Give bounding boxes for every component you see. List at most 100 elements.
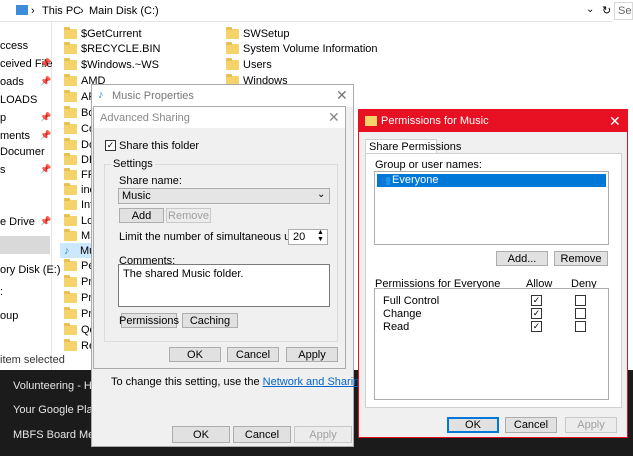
- list-item[interactable]: Pe: [64, 259, 94, 272]
- folder-icon: [64, 229, 77, 242]
- folder-icon: [365, 116, 377, 126]
- remove-button[interactable]: Remove: [166, 208, 211, 223]
- search-input[interactable]: Se: [618, 5, 631, 17]
- permission-name: Full Control: [383, 295, 440, 307]
- allow-checkbox[interactable]: ✓: [531, 308, 542, 319]
- add-button[interactable]: Add...: [496, 251, 548, 266]
- remove-button[interactable]: Remove: [554, 251, 608, 266]
- deny-checkbox[interactable]: [575, 321, 586, 332]
- nav-item[interactable]: ory Disk (E:): [0, 264, 61, 276]
- comments-value: The shared Music folder.: [123, 268, 244, 280]
- group-names-label: Group or user names:: [375, 159, 482, 171]
- share-name-label: Share name:: [119, 175, 182, 187]
- list-item[interactable]: System Volume Information: [226, 42, 378, 55]
- status-bar-text: item selected: [0, 354, 65, 366]
- titlebar: ♪ Music Properties ✕: [92, 85, 353, 107]
- comments-field[interactable]: The shared Music folder.: [118, 264, 330, 307]
- nav-item[interactable]: e Drive: [0, 216, 35, 228]
- chevron-down-icon[interactable]: ⌄: [586, 4, 594, 15]
- list-item[interactable]: Users: [226, 58, 272, 71]
- folder-icon: [64, 106, 77, 119]
- music-folder-icon: ♪: [98, 89, 104, 101]
- folder-icon: [226, 58, 239, 71]
- cancel-button[interactable]: Cancel: [227, 347, 279, 362]
- nav-item-selected[interactable]: [0, 236, 50, 254]
- tab-share-permissions[interactable]: Share Permissions: [365, 139, 461, 154]
- nav-item[interactable]: p: [0, 112, 6, 124]
- close-icon[interactable]: ✕: [609, 114, 621, 128]
- add-button[interactable]: Add: [119, 208, 164, 223]
- nav-item[interactable]: s: [0, 164, 6, 176]
- music-folder-icon: ♪: [64, 245, 70, 257]
- nav-item[interactable]: LOADS: [0, 94, 37, 106]
- breadcrumb-main-disk[interactable]: Main Disk (C:): [89, 5, 159, 17]
- folder-icon: [226, 27, 239, 40]
- list-item[interactable]: $Windows.~WS: [64, 58, 159, 71]
- breadcrumb-this-pc[interactable]: This PC: [42, 5, 81, 17]
- nav-item[interactable]: :: [0, 286, 3, 298]
- taskbar-item[interactable]: Your Google Play: [13, 404, 98, 416]
- deny-checkbox[interactable]: [575, 295, 586, 306]
- pin-icon: 📌: [40, 58, 52, 68]
- refresh-icon[interactable]: ↻: [602, 4, 611, 17]
- dialog-title: Permissions for Music: [381, 115, 489, 127]
- folder-icon: [64, 138, 77, 151]
- ok-button[interactable]: OK: [172, 426, 230, 443]
- folder-icon: [64, 275, 77, 288]
- nav-item[interactable]: oads: [0, 76, 24, 88]
- folder-icon: [64, 153, 77, 166]
- permission-name: Change: [383, 308, 422, 320]
- breadcrumb-separator: ›: [31, 5, 35, 17]
- list-item-selected[interactable]: 👥 Everyone: [377, 174, 606, 187]
- chevron-down-icon: ⌄: [317, 189, 326, 200]
- nav-item[interactable]: Documer: [0, 146, 45, 158]
- list-item[interactable]: SWSetup: [226, 27, 289, 40]
- pin-icon: 📌: [40, 164, 52, 174]
- folder-icon: [64, 198, 77, 211]
- apply-button[interactable]: Apply: [286, 347, 338, 362]
- folder-icon: [64, 90, 77, 103]
- pin-icon: 📌: [40, 216, 52, 226]
- nav-item[interactable]: oup: [0, 310, 18, 322]
- close-icon[interactable]: ✕: [336, 88, 348, 102]
- dialog-title: Music Properties: [112, 90, 194, 102]
- list-item[interactable]: Int: [64, 198, 93, 211]
- list-item[interactable]: $GetCurrent: [64, 27, 142, 40]
- apply-button[interactable]: Apply: [565, 417, 617, 433]
- list-item[interactable]: Bo: [64, 106, 94, 119]
- folder-icon: [226, 42, 239, 55]
- share-name-select[interactable]: Music ⌄: [118, 188, 330, 204]
- folder-icon: [64, 168, 77, 181]
- folder-icon: [64, 323, 77, 336]
- search-box[interactable]: Se: [614, 2, 633, 20]
- cancel-button[interactable]: Cancel: [233, 426, 291, 443]
- list-item[interactable]: $RECYCLE.BIN: [64, 42, 160, 55]
- close-icon[interactable]: ✕: [328, 110, 340, 124]
- user-list[interactable]: 👥 Everyone: [374, 171, 609, 245]
- folder-icon: [64, 42, 77, 55]
- caching-button[interactable]: Caching: [182, 313, 238, 328]
- settings-group-label: Settings: [111, 158, 155, 170]
- list-item[interactable]: Lo: [64, 214, 93, 227]
- spin-arrows-icon[interactable]: ▲ ▼: [317, 229, 324, 243]
- allow-checkbox[interactable]: ✓: [531, 295, 542, 306]
- address-bar[interactable]: › This PC › Main Disk (C:) ⌄ ↻: [0, 0, 612, 22]
- folder-icon: [64, 214, 77, 227]
- share-folder-checkbox[interactable]: ✓: [105, 140, 116, 151]
- nav-item[interactable]: ccess: [0, 40, 28, 52]
- permission-name: Read: [383, 321, 410, 333]
- folder-icon: [64, 27, 77, 40]
- folder-icon: [64, 122, 77, 135]
- cancel-button[interactable]: Cancel: [505, 417, 557, 433]
- permissions-dialog: Permissions for Music ✕ Share Permission…: [358, 109, 628, 438]
- deny-checkbox[interactable]: [575, 308, 586, 319]
- apply-button[interactable]: Apply: [294, 426, 352, 443]
- share-folder-label[interactable]: Share this folder: [119, 140, 199, 152]
- permissions-button[interactable]: Permissions: [119, 313, 179, 328]
- allow-checkbox[interactable]: ✓: [531, 321, 542, 332]
- ok-button[interactable]: OK: [169, 347, 221, 362]
- limit-users-stepper[interactable]: 20 ▲ ▼: [288, 229, 328, 245]
- nav-item[interactable]: ments: [0, 130, 30, 142]
- ok-button[interactable]: OK: [447, 417, 499, 433]
- taskbar-item[interactable]: MBFS Board Mee: [13, 429, 100, 441]
